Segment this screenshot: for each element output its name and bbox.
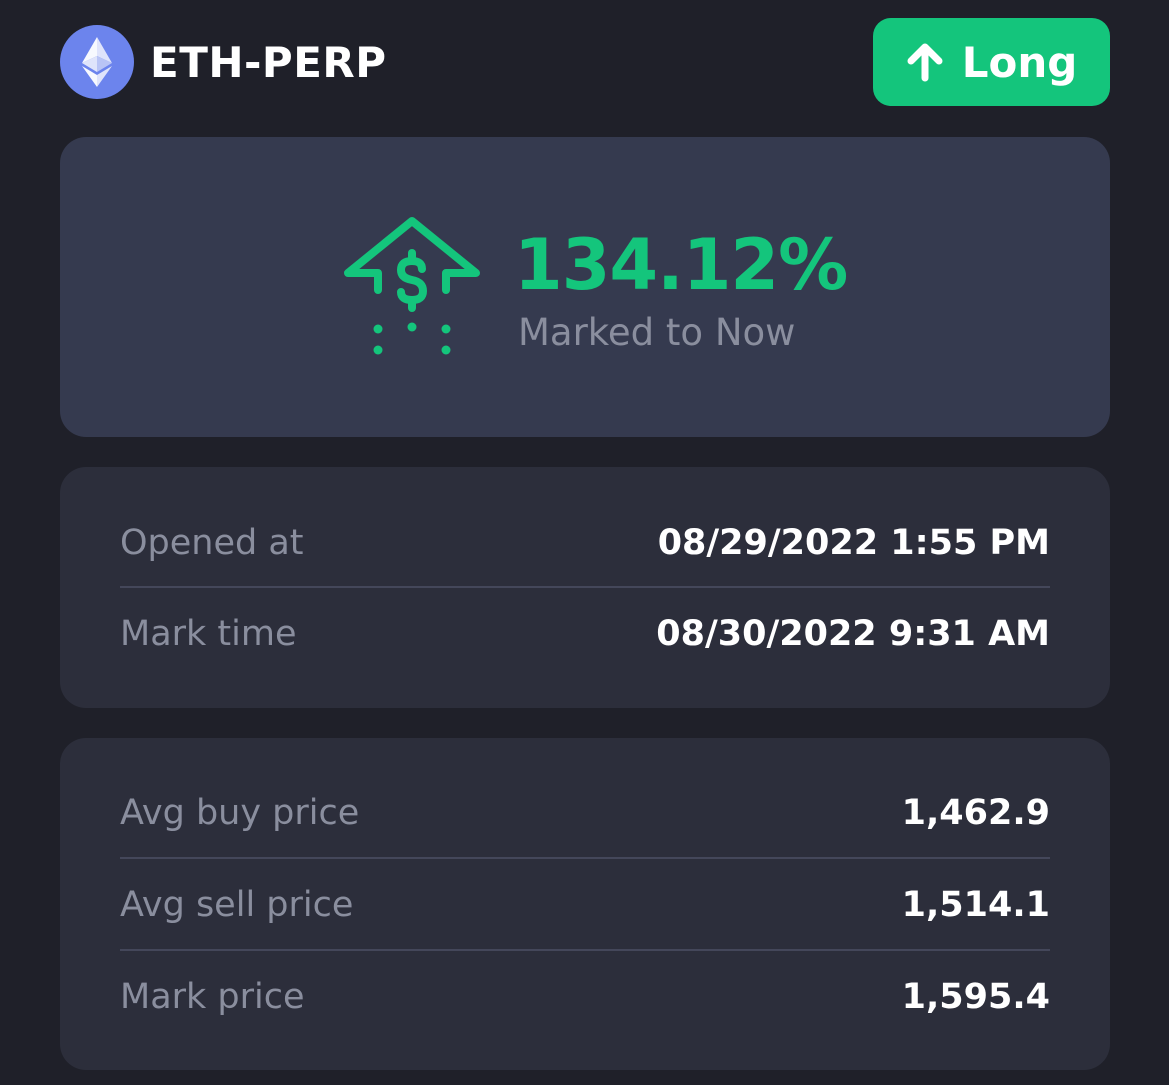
prices-card: Avg buy price 1,462.9 Avg sell price 1,5… — [60, 738, 1110, 1070]
mark-time-value: 08/30/2022 9:31 AM — [656, 614, 1050, 654]
dollar-up-arrow-icon — [340, 215, 490, 364]
mark-time-label: Mark time — [120, 614, 297, 654]
opened-at-value: 08/29/2022 1:55 PM — [657, 523, 1050, 563]
mark-time-row: Mark time 08/30/2022 9:31 AM — [120, 588, 1050, 680]
avg-buy-price-value: 1,462.9 — [901, 793, 1050, 833]
mark-price-value: 1,595.4 — [901, 977, 1050, 1017]
pnl-percentage: 134.12% — [514, 224, 848, 306]
header: ETH-PERP Long — [60, 18, 1110, 108]
pnl-caption: Marked to Now — [518, 311, 796, 354]
pnl-card: 134.12% Marked to Now — [60, 137, 1110, 437]
avg-sell-price-value: 1,514.1 — [901, 885, 1050, 925]
times-card: Opened at 08/29/2022 1:55 PM Mark time 0… — [60, 467, 1110, 708]
arrow-up-icon — [906, 42, 944, 82]
opened-at-row: Opened at 08/29/2022 1:55 PM — [120, 497, 1050, 589]
position-side-badge[interactable]: Long — [873, 18, 1110, 106]
avg-sell-price-label: Avg sell price — [120, 885, 354, 925]
mark-price-label: Mark price — [120, 977, 305, 1017]
ethereum-icon — [60, 25, 134, 99]
mark-price-row: Mark price 1,595.4 — [120, 951, 1050, 1043]
avg-buy-price-label: Avg buy price — [120, 793, 360, 833]
avg-buy-price-row: Avg buy price 1,462.9 — [120, 767, 1050, 859]
position-side-label: Long — [961, 37, 1078, 87]
opened-at-label: Opened at — [120, 523, 304, 563]
market-pair-title: ETH-PERP — [150, 38, 387, 87]
avg-sell-price-row: Avg sell price 1,514.1 — [120, 859, 1050, 951]
